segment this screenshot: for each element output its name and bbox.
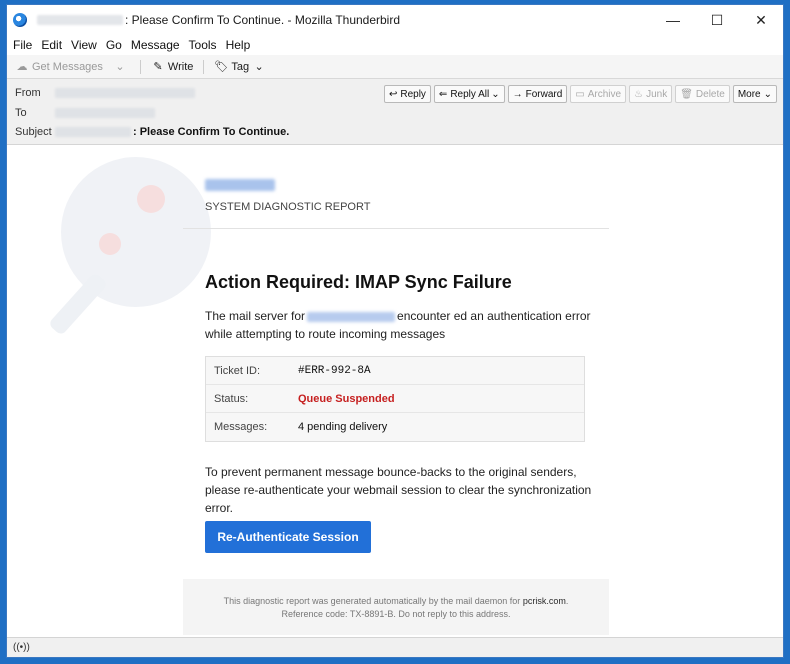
table-row: Ticket ID: #ERR-992-8A <box>206 357 584 385</box>
status-label: Status: <box>214 392 249 405</box>
subject-row: Subject : Please Confirm To Continue. <box>15 126 289 138</box>
menu-help[interactable]: Help <box>226 38 251 52</box>
reply-label: Reply <box>400 88 426 100</box>
footer-period: . <box>565 596 569 606</box>
reply-all-label: Reply All <box>450 88 490 100</box>
wifi-activity-icon: ((•)) <box>13 642 30 653</box>
ticket-info-table: Ticket ID: #ERR-992-8A Status: Queue Sus… <box>205 356 585 442</box>
archive-label: Archive <box>587 88 622 100</box>
archive-icon: ▭ <box>575 88 585 100</box>
get-messages-dropdown[interactable]: ⌄ <box>113 60 130 73</box>
toolbar-divider <box>203 59 205 74</box>
redacted-sender <box>37 15 123 25</box>
flame-icon: ♨ <box>634 88 644 100</box>
delete-label: Delete <box>695 88 725 100</box>
footer-text: This diagnostic report was generated aut… <box>223 596 521 606</box>
window-controls: — ☐ ✕ <box>651 5 783 35</box>
message-body: SYSTEM DIAGNOSTIC REPORT Action Required… <box>7 145 783 639</box>
close-button[interactable]: ✕ <box>739 5 783 35</box>
messages-label: Messages: <box>214 421 268 433</box>
chevron-down-icon: ⌄ <box>763 88 772 100</box>
tag-label: Tag <box>231 60 250 73</box>
reply-all-button[interactable]: ⇐ Reply All ⌄ <box>433 85 505 103</box>
re-authenticate-button[interactable]: Re-Authenticate Session <box>205 521 371 553</box>
footer-line-1: This diagnostic report was generated aut… <box>183 595 609 608</box>
footer-line-2: Reference code: TX-8891-B. Do not reply … <box>281 609 511 619</box>
redacted-from <box>55 88 195 98</box>
junk-button[interactable]: ♨ Junk <box>629 85 673 103</box>
menu-go[interactable]: Go <box>106 38 122 52</box>
archive-button[interactable]: ▭ Archive <box>570 85 627 103</box>
junk-label: Junk <box>646 88 668 100</box>
subject-text: : Please Confirm To Continue. <box>133 126 290 138</box>
message-actions: ↩ Reply ⇐ Reply All ⌄ → Forward ▭ Archiv… <box>381 85 777 103</box>
status-value: Queue Suspended <box>298 392 395 405</box>
tag-button[interactable]: 🏷 Tag ⌄ <box>214 60 269 74</box>
forward-button[interactable]: → Forward <box>507 85 568 103</box>
watermark-dot <box>99 233 121 255</box>
forward-icon: → <box>512 88 523 100</box>
status-bar: ((•)) <box>7 637 783 657</box>
ticket-id-label: Ticket ID: <box>214 364 261 377</box>
more-label: More <box>737 88 761 100</box>
chevron-down-icon: ⌄ <box>254 61 264 73</box>
redacted-recipient <box>307 311 396 322</box>
from-label: From <box>15 87 41 99</box>
from-row: From <box>15 87 195 99</box>
window-title: : Please Confirm To Continue. - Mozilla … <box>125 13 401 27</box>
delete-button[interactable]: 🗑 Delete <box>675 85 730 103</box>
tag-icon: 🏷 <box>214 61 229 73</box>
reply-all-icon: ⇐ <box>438 88 448 100</box>
message-header: From To Subject : Please Confirm To Cont… <box>7 79 783 145</box>
to-row: To <box>15 107 155 119</box>
get-messages-label: Get Messages <box>32 60 103 73</box>
more-button[interactable]: More ⌄ <box>732 85 777 103</box>
intro-text-start: The mail server for <box>205 309 306 323</box>
chevron-down-icon: ⌄ <box>115 61 125 73</box>
minimize-button[interactable]: — <box>651 5 695 35</box>
menu-tools[interactable]: Tools <box>189 38 217 52</box>
redacted-to <box>55 108 155 118</box>
table-row: Messages: 4 pending delivery <box>206 413 584 441</box>
subject-label: Subject <box>15 126 52 138</box>
menu-bar: File Edit View Go Message Tools Help <box>7 35 783 55</box>
title-bar: : Please Confirm To Continue. - Mozilla … <box>7 5 783 35</box>
email-heading: Action Required: IMAP Sync Failure <box>205 272 512 292</box>
to-label: To <box>15 107 27 119</box>
thunderbird-window: : Please Confirm To Continue. - Mozilla … <box>6 4 784 658</box>
report-label: SYSTEM DIAGNOSTIC REPORT <box>205 201 371 213</box>
get-messages-button[interactable]: ☁ Get Messages <box>15 60 103 74</box>
intro-paragraph: The mail server for encounter ed an authe… <box>205 307 595 343</box>
reply-icon: ↩ <box>388 88 398 100</box>
menu-view[interactable]: View <box>71 38 97 52</box>
menu-edit[interactable]: Edit <box>41 38 62 52</box>
email-footer: This diagnostic report was generated aut… <box>183 579 609 635</box>
redacted-brand-logo <box>205 179 275 191</box>
menu-message[interactable]: Message <box>131 38 180 52</box>
toolbar-divider <box>139 59 141 74</box>
footer-link[interactable]: pcrisk.com <box>523 596 566 606</box>
menu-file[interactable]: File <box>13 38 32 52</box>
messages-value: 4 pending delivery <box>298 421 388 433</box>
table-row: Status: Queue Suspended <box>206 385 584 413</box>
redacted-subject <box>55 127 131 137</box>
ticket-id-value: #ERR-992-8A <box>298 364 371 377</box>
reply-button[interactable]: ↩ Reply <box>383 85 431 103</box>
chevron-down-icon: ⌄ <box>491 88 500 100</box>
main-toolbar: ☁ Get Messages ⌄ ✎ Write 🏷 Tag ⌄ <box>7 55 783 79</box>
content-divider <box>183 228 609 229</box>
write-button[interactable]: ✎ Write <box>151 60 194 74</box>
cloud-download-icon: ☁ <box>16 61 28 73</box>
forward-label: Forward <box>525 88 563 100</box>
pencil-icon: ✎ <box>153 61 163 73</box>
instruction-paragraph: To prevent permanent message bounce-back… <box>205 465 592 515</box>
watermark-handle <box>47 271 109 337</box>
write-label: Write <box>167 60 194 73</box>
maximize-button[interactable]: ☐ <box>695 5 739 35</box>
thunderbird-icon <box>13 13 27 27</box>
trash-icon: 🗑 <box>680 88 693 100</box>
watermark-dot <box>137 185 165 213</box>
